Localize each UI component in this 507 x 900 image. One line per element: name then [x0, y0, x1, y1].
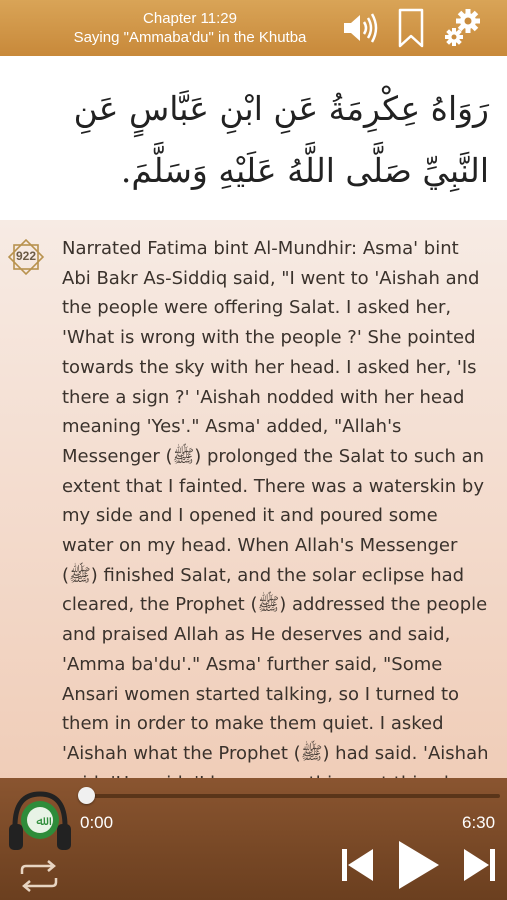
repeat-icon[interactable]	[16, 860, 62, 896]
headphones-icon[interactable]: ﷲ	[6, 786, 74, 862]
play-icon[interactable]	[394, 838, 442, 896]
previous-icon[interactable]	[340, 846, 376, 888]
arabic-text: رَوَاهُ عِكْرِمَةُ عَنِ ابْنِ عَبَّاسٍ ع…	[73, 89, 489, 190]
bookmark-icon[interactable]	[396, 8, 426, 54]
chapter-title: Chapter 11:29 Saying "Ammaba'du" in the …	[40, 9, 340, 47]
audio-player: ﷲ 0:00 6:30	[0, 778, 507, 900]
current-time: 0:00	[80, 813, 114, 832]
progress-thumb[interactable]	[78, 787, 95, 804]
hadith-number: 922	[15, 249, 37, 263]
progress-track[interactable]	[86, 794, 500, 798]
hadith-number-badge: 922	[7, 238, 45, 276]
hadith-panel: 922 Narrated Fatima bint Al-Mundhir: Asm…	[0, 220, 507, 780]
gear-icon[interactable]	[441, 6, 485, 54]
top-bar: Chapter 11:29 Saying "Ammaba'du" in the …	[0, 0, 507, 56]
chapter-subtitle: Saying "Ammaba'du" in the Khutba	[73, 29, 307, 46]
total-time: 6:30	[462, 813, 496, 832]
next-icon[interactable]	[461, 846, 497, 888]
arabic-text-panel: رَوَاهُ عِكْرِمَةُ عَنِ ابْنِ عَبَّاسٍ ع…	[0, 56, 507, 220]
chapter-number: Chapter 11:29	[143, 10, 237, 27]
hadith-text: Narrated Fatima bint Al-Mundhir: Asma' b…	[62, 238, 489, 780]
speaker-icon[interactable]	[340, 8, 380, 52]
